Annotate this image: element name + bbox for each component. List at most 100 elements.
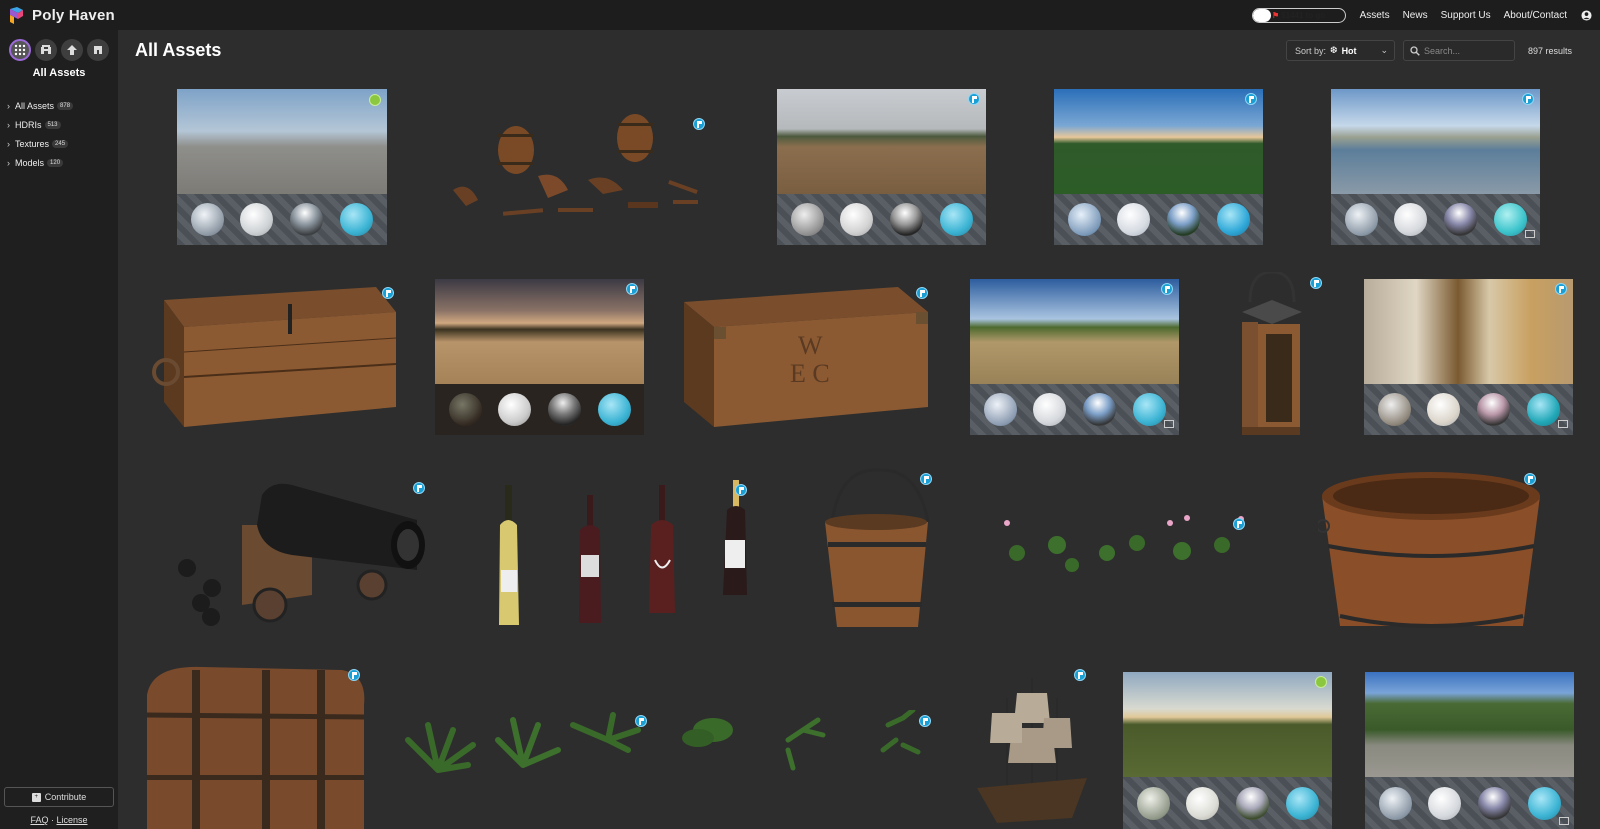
model-badge bbox=[348, 669, 360, 681]
sidebar-title: All Assets bbox=[32, 67, 86, 79]
category-count: 878 bbox=[57, 101, 74, 110]
nav-assets[interactable]: Assets bbox=[1360, 10, 1390, 21]
asset-card[interactable] bbox=[398, 710, 938, 790]
asset-thumbnail bbox=[977, 678, 1087, 823]
model-badge bbox=[1074, 669, 1086, 681]
asset-card[interactable] bbox=[1222, 272, 1322, 442]
flame-icon: ❆ bbox=[1330, 45, 1338, 55]
asset-card[interactable] bbox=[1123, 672, 1332, 829]
poly-haven-logo-icon bbox=[10, 6, 23, 24]
asset-thumbnail bbox=[405, 710, 921, 773]
faq-link[interactable]: FAQ bbox=[30, 815, 48, 825]
type-hdri-button[interactable] bbox=[35, 39, 57, 61]
model-badge bbox=[1310, 277, 1322, 289]
category-label: Textures bbox=[15, 138, 50, 149]
grid-icon bbox=[14, 44, 26, 56]
asset-card[interactable] bbox=[972, 668, 1092, 829]
asset-card[interactable] bbox=[1365, 672, 1574, 829]
page-title: All Assets bbox=[135, 40, 222, 60]
model-badge bbox=[916, 287, 928, 299]
asset-thumbnail bbox=[178, 483, 425, 626]
search-icon bbox=[1410, 45, 1420, 56]
type-all-button[interactable] bbox=[9, 39, 31, 61]
sort-label: Sort by: bbox=[1295, 45, 1327, 56]
progress-label: $1441 to go bbox=[1281, 10, 1326, 20]
asset-card[interactable] bbox=[1331, 89, 1540, 245]
asset-thumbnail bbox=[146, 666, 365, 829]
model-badge bbox=[919, 715, 931, 727]
sidebar: All Assets › All Assets 878 › HDRIs 513 … bbox=[0, 30, 118, 829]
user-icon[interactable] bbox=[1581, 9, 1592, 21]
asset-card[interactable] bbox=[495, 480, 760, 630]
asset-thumbnail: W E C bbox=[684, 287, 928, 427]
asset-thumbnail bbox=[1054, 89, 1263, 245]
type-model-button[interactable] bbox=[87, 39, 109, 61]
asset-card[interactable] bbox=[1318, 466, 1544, 638]
results-count: 897 results bbox=[1528, 46, 1573, 56]
asset-thumbnail bbox=[777, 89, 986, 245]
hdri-badge bbox=[1522, 93, 1534, 105]
hdri-badge bbox=[968, 93, 980, 105]
asset-card[interactable] bbox=[448, 110, 718, 225]
type-texture-button[interactable] bbox=[61, 39, 83, 61]
license-link[interactable]: License bbox=[57, 815, 88, 825]
asset-thumbnail bbox=[435, 279, 644, 435]
asset-card[interactable] bbox=[820, 467, 940, 637]
chevron-right-icon: › bbox=[7, 157, 10, 168]
model-badge bbox=[635, 715, 647, 727]
nav-news[interactable]: News bbox=[1403, 10, 1428, 21]
model-badge bbox=[382, 287, 394, 299]
sort-value: Hot bbox=[1341, 45, 1357, 56]
asset-thumbnail bbox=[1365, 672, 1574, 829]
sort-dropdown[interactable]: Sort by: ❆ Hot ⌄ bbox=[1286, 40, 1395, 61]
gallery-icon bbox=[1164, 420, 1174, 428]
category-count: 513 bbox=[44, 120, 61, 129]
asset-thumbnail bbox=[1123, 672, 1332, 829]
asset-card[interactable] bbox=[146, 282, 400, 432]
category-label: HDRIs bbox=[15, 119, 42, 130]
sidebar-item-textures[interactable]: › Textures 245 bbox=[0, 134, 118, 153]
asset-card[interactable] bbox=[177, 89, 387, 245]
svg-text:W: W bbox=[798, 331, 823, 360]
svg-text:E C: E C bbox=[790, 359, 830, 388]
asset-thumbnail bbox=[152, 287, 397, 427]
model-badge bbox=[1524, 473, 1536, 485]
category-count: 245 bbox=[52, 139, 69, 148]
category-count: 120 bbox=[47, 158, 64, 167]
asset-card[interactable] bbox=[172, 475, 434, 633]
model-icon bbox=[94, 46, 102, 54]
chevron-right-icon: › bbox=[7, 119, 10, 130]
contribute-button[interactable]: + Contribute bbox=[4, 787, 114, 807]
search-input[interactable] bbox=[1424, 45, 1510, 56]
footer-separator: · bbox=[50, 815, 54, 825]
asset-thumbnail bbox=[1242, 272, 1302, 435]
asset-card[interactable]: W E C bbox=[678, 282, 932, 432]
gallery-icon bbox=[1525, 230, 1535, 238]
logo[interactable]: Poly Haven bbox=[9, 6, 115, 24]
model-badge bbox=[693, 118, 705, 130]
hdri-badge bbox=[1161, 283, 1173, 295]
asset-thumbnail bbox=[1331, 89, 1540, 245]
top-bar: Poly Haven ⚑ $1441 to go Assets News Sup… bbox=[0, 0, 1600, 30]
app-name: Poly Haven bbox=[32, 6, 115, 24]
hdri-badge bbox=[1245, 93, 1257, 105]
sidebar-item-models[interactable]: › Models 120 bbox=[0, 153, 118, 172]
sidebar-item-all-assets[interactable]: › All Assets 878 bbox=[0, 96, 118, 115]
asset-card[interactable] bbox=[777, 89, 986, 245]
asset-thumbnail bbox=[1318, 472, 1540, 628]
asset-card[interactable] bbox=[970, 279, 1179, 435]
nav-support-us[interactable]: Support Us bbox=[1441, 10, 1491, 21]
asset-card[interactable] bbox=[142, 665, 367, 829]
hdri-icon bbox=[41, 45, 51, 54]
sidebar-item-hdris[interactable]: › HDRIs 513 bbox=[0, 115, 118, 134]
search-box[interactable] bbox=[1403, 40, 1515, 61]
asset-card[interactable] bbox=[435, 279, 644, 435]
nav-about-contact[interactable]: About/Contact bbox=[1504, 10, 1567, 21]
hdri-badge bbox=[626, 283, 638, 295]
gallery-icon bbox=[1558, 420, 1568, 428]
asset-card[interactable] bbox=[997, 515, 1257, 590]
texture-icon bbox=[67, 45, 77, 55]
asset-card[interactable] bbox=[1054, 89, 1263, 245]
donation-progress[interactable]: ⚑ $1441 to go bbox=[1251, 7, 1346, 23]
asset-card[interactable] bbox=[1364, 279, 1573, 435]
